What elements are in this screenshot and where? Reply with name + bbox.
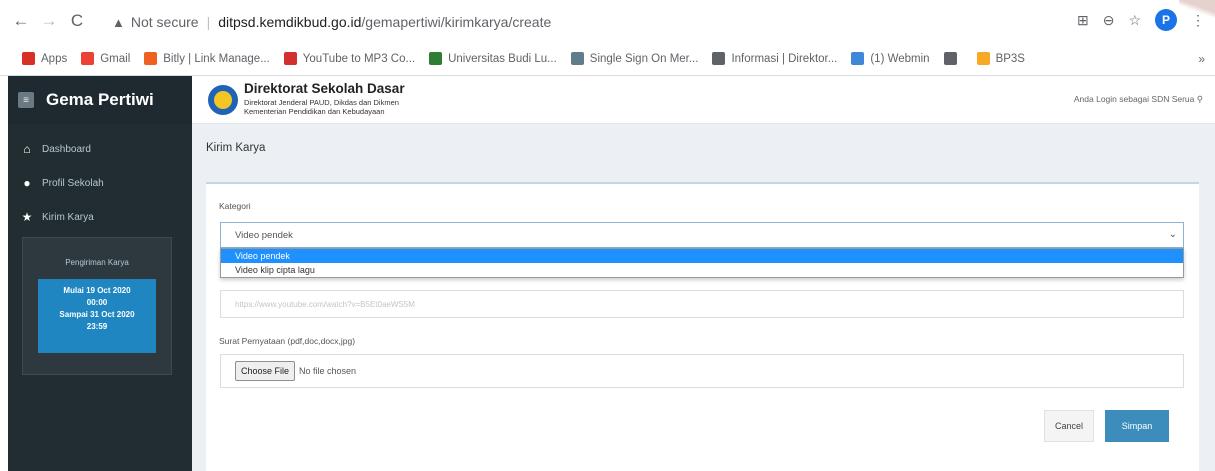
chevron-down-icon: ⌄ [1168,229,1177,240]
sidebar-item-label: Profil Sekolah [42,177,104,189]
star-icon: ★ [21,210,33,224]
schedule-title: Pengiriman Karya [65,258,129,267]
separator: | [206,14,211,30]
address-bar[interactable]: ▲ Not secure | ditpsd.kemdikbud.go.id /g… [112,8,1042,36]
bookmark-label: Apps [41,52,68,65]
translate-icon[interactable]: ⊞ [1077,12,1089,29]
save-button[interactable]: Simpan [1105,410,1169,442]
user-icon: ⚲ [1196,94,1203,104]
bookmark-star-icon[interactable]: ☆ [1128,12,1141,29]
login-info[interactable]: Anda Login sebagai SDN Serua ⚲ [1074,94,1203,105]
sidebar-item-label: Dashboard [42,143,91,155]
bookmark-label: Bitly | Link Manage... [163,52,270,65]
hamburger-icon[interactable]: ≡ [18,92,34,108]
schedule-end-date: Sampai 31 Oct 2020 [59,310,135,319]
url-path: /gemapertiwi/kirimkarya/create [361,14,552,30]
sidebar: ≡ Gema Pertiwi ⌂ Dashboard ● Profil Seko… [8,76,192,471]
ministry-logo [208,85,238,115]
page-title: Kirim Karya [206,142,266,154]
reload-icon[interactable]: C [66,10,88,32]
bookmark-label: Universitas Budi Lu... [448,52,557,65]
kategori-option-video-klip[interactable]: Video klip cipta lagu [221,263,1183,277]
schedule-start-date: Mulai 19 Oct 2020 [63,286,131,295]
header: Direktorat Sekolah Dasar Direktorat Jend… [192,76,1215,124]
kategori-option-video-pendek[interactable]: Video pendek [221,249,1183,263]
bookmark-item[interactable]: Single Sign On Mer... [570,52,699,65]
user-icon: ● [23,176,31,190]
surat-label: Surat Pernyataan (pdf,doc,docx,jpg) [219,336,356,346]
form-panel: Kategori Video pendek ⌄ Video pendek Vid… [206,182,1199,471]
bookmark-favicon-icon [429,52,443,65]
bookmark-item[interactable]: Gmail [81,52,130,65]
main-content: Kirim Karya Kategori Video pendek ⌄ Vide… [192,124,1215,471]
sidebar-item-label: Kirim Karya [42,211,94,223]
profile-avatar[interactable]: P [1155,9,1177,31]
security-label: Not secure [130,14,199,30]
zoom-icon[interactable]: ⊖ [1103,12,1115,29]
arrow-right-icon[interactable]: → [38,10,60,32]
sidebar-item-kirim-karya[interactable]: ★ Kirim Karya [8,200,192,234]
schedule-period: Mulai 19 Oct 2020 00:00 Sampai 31 Oct 20… [38,279,156,353]
bookmark-label: (1) Webmin [870,52,930,65]
bookmark-favicon-icon [976,52,990,65]
bookmark-item[interactable]: Bitly | Link Manage... [144,52,270,65]
bookmark-label: YouTube to MP3 Co... [302,52,416,65]
bookmark-item[interactable]: BP3S [976,52,1025,65]
cancel-button[interactable]: Cancel [1044,410,1094,442]
bookmark-item[interactable]: Apps [22,52,67,65]
bookmark-favicon-icon [712,52,726,65]
login-info-text: Anda Login sebagai SDN Serua [1073,94,1195,104]
org-title: Direktorat Sekolah Dasar [244,81,405,96]
bookmarks-more-button[interactable]: » [1198,52,1205,66]
org-ministry: Kementerian Pendidikan dan Kebudayaan [244,107,385,116]
bookmarks-bar: Apps Gmail Bitly | Link Manage... YouTube t… [0,42,1215,76]
bookmark-item[interactable]: YouTube to MP3 Co... [283,52,416,65]
schedule-box: Pengiriman Karya Mulai 19 Oct 2020 00:00… [22,237,172,375]
page-corner-decoration [1179,0,1215,18]
kategori-selected-value: Video pendek [235,229,293,241]
bookmark-favicon-icon [851,52,865,65]
link-input-placeholder: https://www.youtube.com/watch?v=B5Et0aeW… [235,299,415,309]
file-status: No file chosen [299,366,357,376]
bookmark-label: Informasi | Direktor... [731,52,838,65]
schedule-end-time: 23:59 [86,322,108,331]
url-host: ditpsd.kemdikbud.go.id [218,14,362,30]
warning-icon: ▲ [112,14,125,30]
bookmark-favicon-icon [22,52,35,65]
bookmark-item[interactable]: Universitas Budi Lu... [429,52,557,65]
bookmark-favicon-icon [570,52,584,65]
sidebar-item-dashboard[interactable]: ⌂ Dashboard [8,132,192,166]
schedule-start-time: 00:00 [86,298,108,307]
brand-name: Gema Pertiwi [46,90,154,109]
home-icon: ⌂ [23,142,31,156]
bookmark-item[interactable]: Informasi | Direktor... [712,52,837,65]
bookmark-favicon-icon [943,52,957,65]
kategori-label: Kategori [219,201,251,211]
bookmark-favicon-icon [144,52,158,65]
bookmark-label: Gmail [100,52,131,65]
org-subtitle: Direktorat Jenderal PAUD, Dikdas dan Dik… [244,98,399,107]
sidebar-item-profil-sekolah[interactable]: ● Profil Sekolah [8,166,192,200]
browser-toolbar: ← → C ▲ Not secure | ditpsd.kemdikbud.go… [0,0,1215,42]
kategori-select[interactable]: Video pendek ⌄ [220,222,1184,248]
bookmark-favicon-icon [283,52,297,65]
arrow-left-icon[interactable]: ← [10,10,32,32]
bookmark-favicon-icon [81,52,95,65]
choose-file-button[interactable]: Choose File [235,361,296,381]
file-input-container: Choose File No file chosen [220,354,1184,388]
sidebar-brand[interactable]: ≡ Gema Pertiwi [8,76,192,124]
bookmark-item[interactable]: (1) Webmin [851,52,930,65]
link-input[interactable]: https://www.youtube.com/watch?v=B5Et0aeW… [220,290,1184,318]
kategori-dropdown: Video pendek Video klip cipta lagu [220,248,1184,278]
bookmark-label: Single Sign On Mer... [589,52,699,65]
bookmark-item[interactable] [943,52,963,65]
bookmark-label: BP3S [995,52,1025,65]
sidebar-menu: ⌂ Dashboard ● Profil Sekolah ★ Kirim Kar… [8,132,192,234]
